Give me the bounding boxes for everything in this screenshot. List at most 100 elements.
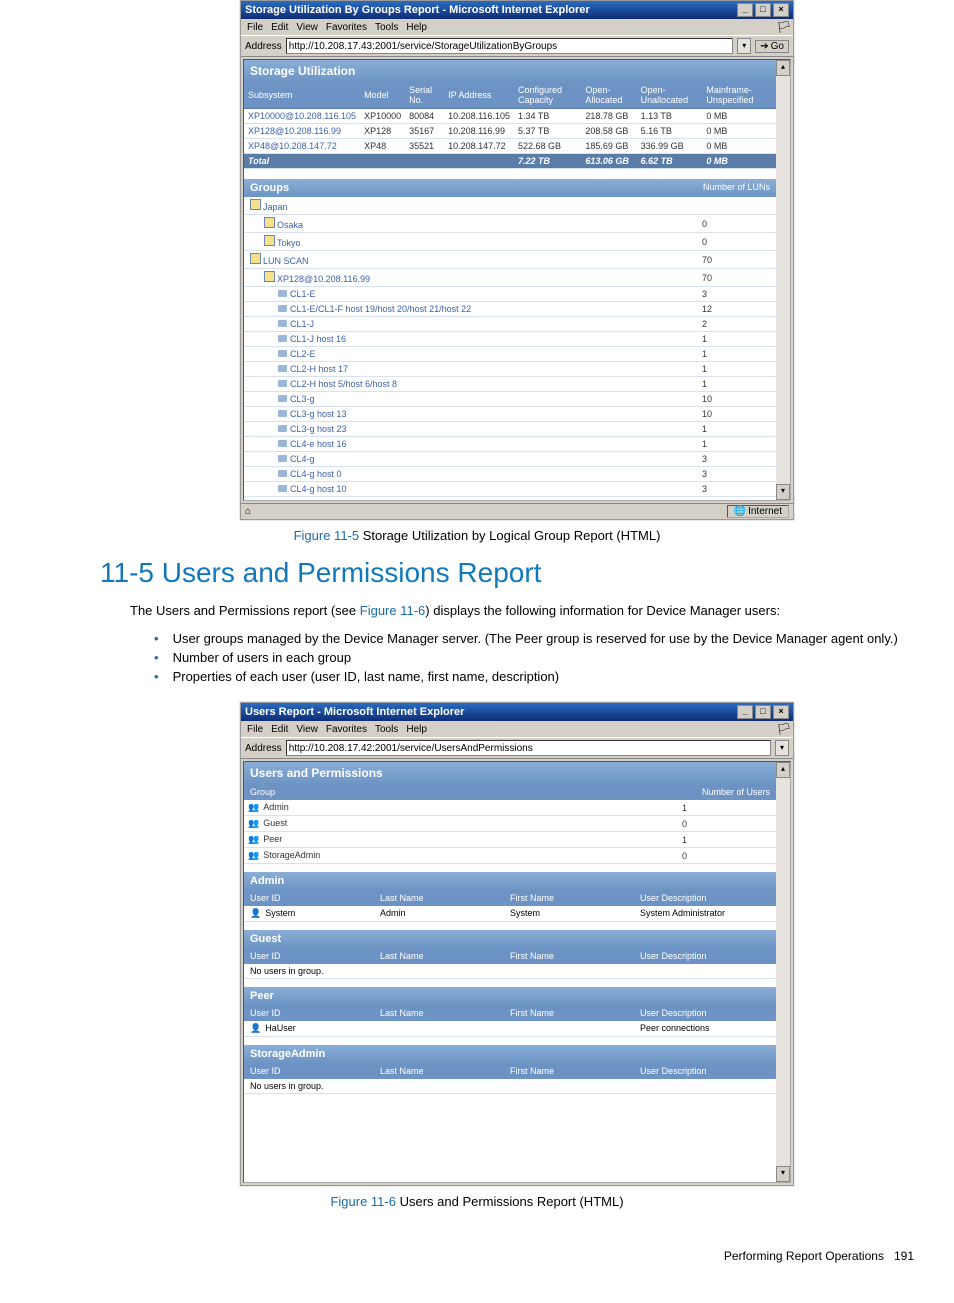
maximize-icon[interactable]: □ <box>755 3 771 17</box>
disk-icon <box>278 425 287 432</box>
group-row: CL4-g3 <box>244 452 776 467</box>
content-area-2: ▴▾ Users and Permissions GroupNumber of … <box>243 761 791 1183</box>
group-icon: 👥 <box>248 834 259 844</box>
address-label: Address <box>245 41 282 52</box>
group-row: CL2-E1 <box>244 347 776 362</box>
scrollbar-v-2[interactable]: ▴▾ <box>776 762 790 1182</box>
group-icon: 👥 <box>248 802 259 812</box>
close-icon[interactable]: × <box>773 3 789 17</box>
address-bar-1: Address ▾ ➔ Go <box>241 35 793 57</box>
user-row: 👤HaUserPeer connections <box>244 1021 776 1037</box>
group-row: Tokyo0 <box>244 233 776 251</box>
disk-icon <box>278 455 287 462</box>
figure-caption-2: Figure 11-6 Users and Permissions Report… <box>20 1194 934 1209</box>
groups-table: JapanOsaka0Tokyo0LUN SCAN70XP128@10.208.… <box>244 197 776 501</box>
figure-caption-1: Figure 11-5 Storage Utilization by Logic… <box>20 528 934 543</box>
address-input-2[interactable] <box>286 740 771 756</box>
folder-icon <box>264 271 275 282</box>
group-row: 👥Admin1 <box>244 800 776 816</box>
col-ip[interactable]: IP Address <box>444 82 514 109</box>
disk-icon <box>278 380 287 387</box>
disk-icon <box>278 470 287 477</box>
user-cols: User IDLast NameFirst NameUser Descripti… <box>244 1005 776 1021</box>
address-dropdown-icon[interactable]: ▾ <box>737 38 751 54</box>
titlebar-1: Storage Utilization By Groups Report - M… <box>241 1 793 19</box>
list-item: •Properties of each user (user ID, last … <box>154 669 904 684</box>
menu-bar-2[interactable]: FileEditViewFavoritesToolsHelp <box>241 722 441 737</box>
col-configured[interactable]: Configured Capacity <box>514 82 581 109</box>
ie-window-1: Storage Utilization By Groups Report - M… <box>240 0 794 520</box>
intro-paragraph: The Users and Permissions report (see Fi… <box>130 603 904 618</box>
disk-icon <box>278 410 287 417</box>
disk-icon <box>278 365 287 372</box>
figure-link[interactable]: Figure 11-6 <box>360 603 426 618</box>
group-row: LUN SCAN70 <box>244 251 776 269</box>
table-row: XP48@10.208.147.72XP483552110.208.147.72… <box>244 139 776 154</box>
group-row: XP128@10.208.116.9970 <box>244 269 776 287</box>
empty-row: No users in group. <box>244 964 776 979</box>
report-title-1: Storage Utilization <box>244 60 776 82</box>
scrollbar-v-1[interactable]: ▴▾ <box>776 60 790 500</box>
user-section-title: Guest <box>244 930 776 948</box>
minimize-icon[interactable]: _ <box>737 705 753 719</box>
address-input-1[interactable] <box>286 38 734 54</box>
user-groups-table: 👥Admin1👥Guest0👥Peer1👥StorageAdmin0 <box>244 800 776 864</box>
folder-icon <box>250 199 261 210</box>
col-subsystem[interactable]: Subsystem <box>244 82 360 109</box>
user-section-title: Admin <box>244 872 776 890</box>
group-row: CL4-g host 143 <box>244 497 776 502</box>
group-row: 👥Guest0 <box>244 816 776 832</box>
menu-bar-1[interactable]: FileEditViewFavoritesToolsHelp <box>241 20 441 35</box>
disk-icon <box>278 440 287 447</box>
folder-icon <box>264 217 275 228</box>
page-footer: Performing Report Operations 191 <box>20 1249 934 1263</box>
col-model[interactable]: Model <box>360 82 405 109</box>
maximize-icon[interactable]: □ <box>755 705 771 719</box>
titlebar-2: Users Report - Microsoft Internet Explor… <box>241 703 793 721</box>
ie-window-2: Users Report - Microsoft Internet Explor… <box>240 702 794 1186</box>
disk-icon <box>278 485 287 492</box>
col-open-unalloc[interactable]: Open-Unallocated <box>637 82 703 109</box>
ie-logo-icon: 🏳 <box>775 721 793 737</box>
group-row: CL2-H host 5/host 6/host 81 <box>244 377 776 392</box>
groups-header: Groups Number of LUNs <box>244 179 776 197</box>
group-row: CL1-J host 161 <box>244 332 776 347</box>
user-cols: User IDLast NameFirst NameUser Descripti… <box>244 1063 776 1079</box>
groups-header-2: GroupNumber of Users <box>244 784 776 800</box>
minimize-icon[interactable]: _ <box>737 3 753 17</box>
disk-icon <box>278 290 287 297</box>
status-icon: ⌂ <box>245 506 251 517</box>
address-label: Address <box>245 743 282 754</box>
group-row: CL1-E/CL1-F host 19/host 20/host 21/host… <box>244 302 776 317</box>
folder-icon <box>264 235 275 246</box>
list-item: •Number of users in each group <box>154 650 904 665</box>
group-row: CL3-g host 231 <box>244 422 776 437</box>
content-area-1: ▴▾ Storage Utilization Subsystem Model S… <box>243 59 791 501</box>
go-button-1[interactable]: ➔ Go <box>755 40 789 53</box>
group-row: CL3-g host 1310 <box>244 407 776 422</box>
empty-row: No users in group. <box>244 1079 776 1094</box>
user-row: 👤SystemAdminSystemSystem Administrator <box>244 906 776 922</box>
section-heading: 11-5 Users and Permissions Report <box>100 557 934 589</box>
zone-internet: 🌐 Internet <box>727 505 789 518</box>
col-open-alloc[interactable]: Open-Allocated <box>581 82 636 109</box>
group-row: CL3-g10 <box>244 392 776 407</box>
col-mainframe[interactable]: Mainframe-Unspecified <box>702 82 776 109</box>
total-row: Total 7.22 TB 613.06 GB 6.62 TB 0 MB <box>244 154 776 169</box>
address-dropdown-icon[interactable]: ▾ <box>775 740 789 756</box>
col-serial[interactable]: Serial No. <box>405 82 444 109</box>
group-row: Osaka0 <box>244 215 776 233</box>
group-icon: 👥 <box>248 850 259 860</box>
report-title-2: Users and Permissions <box>244 762 776 784</box>
group-row: CL4-g host 03 <box>244 467 776 482</box>
table-row: XP10000@10.208.116.105XP100008008410.208… <box>244 109 776 124</box>
close-icon[interactable]: × <box>773 705 789 719</box>
disk-icon <box>278 335 287 342</box>
user-cols: User IDLast NameFirst NameUser Descripti… <box>244 890 776 906</box>
disk-icon <box>278 395 287 402</box>
group-row: CL1-E3 <box>244 287 776 302</box>
group-row: CL1-J2 <box>244 317 776 332</box>
user-section-title: StorageAdmin <box>244 1045 776 1063</box>
group-row: CL2-H host 171 <box>244 362 776 377</box>
folder-icon <box>250 253 261 264</box>
